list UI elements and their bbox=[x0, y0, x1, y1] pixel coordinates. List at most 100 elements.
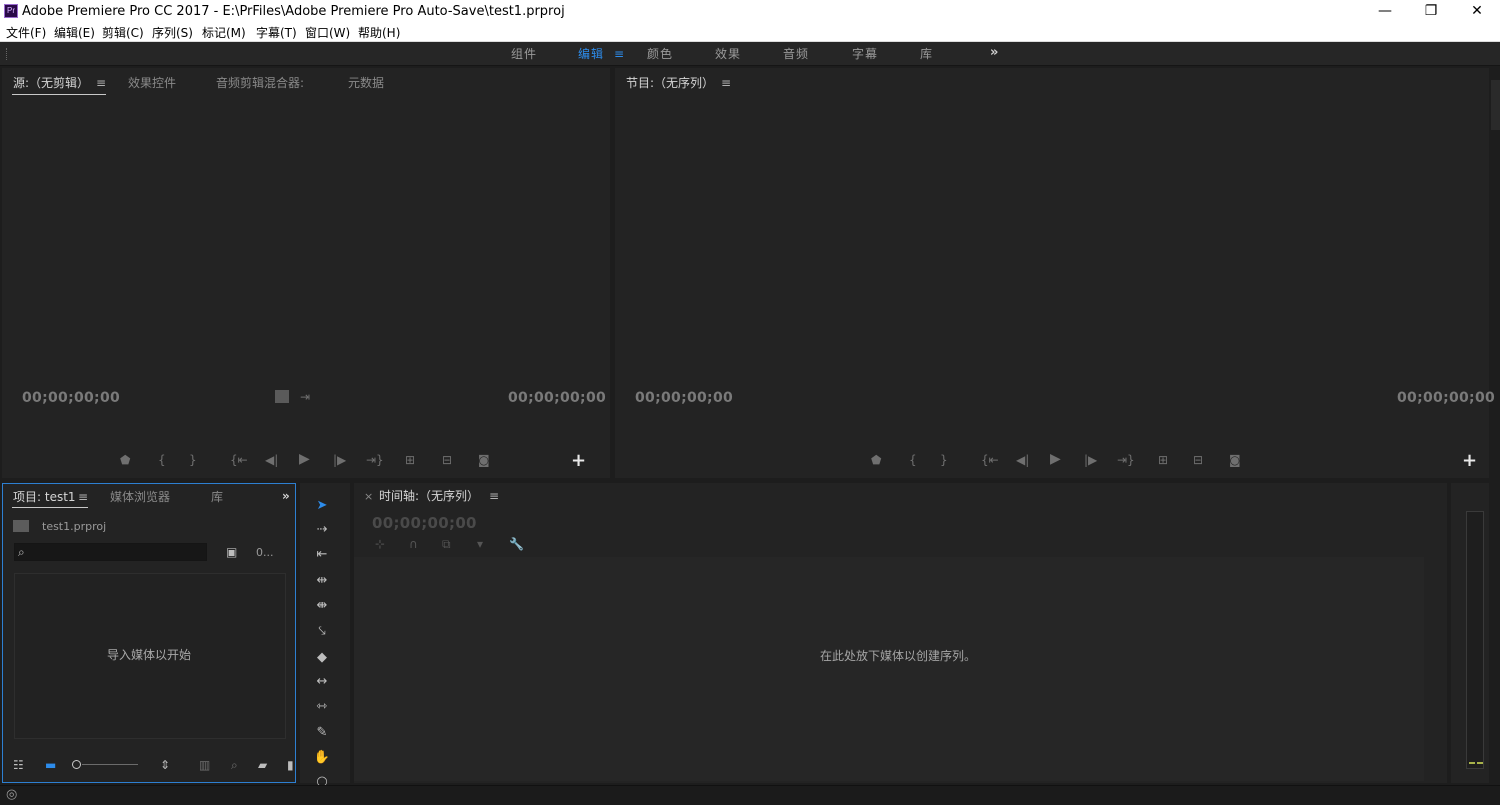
menu-marker[interactable]: 标记(M) bbox=[202, 25, 246, 41]
source-button-editor-icon[interactable]: + bbox=[571, 452, 586, 470]
timeline-menu-icon[interactable]: ≡ bbox=[489, 489, 499, 503]
project-panel-menu-icon[interactable]: ≡ bbox=[78, 490, 88, 504]
linked-selection-icon[interactable]: ⧉ bbox=[442, 537, 451, 551]
add-marker-icon[interactable]: ▾ bbox=[477, 537, 483, 551]
rolling-edit-tool-icon[interactable]: ⇹ bbox=[312, 572, 332, 590]
program-mark-out-icon[interactable]: } bbox=[940, 453, 948, 467]
program-playhead-timecode[interactable]: 00;00;00;00 bbox=[635, 390, 733, 406]
new-item-icon[interactable]: ▮ bbox=[287, 758, 294, 772]
workspace-tab-effects[interactable]: 效果 bbox=[715, 46, 741, 62]
workspace-tab-libraries[interactable]: 库 bbox=[920, 46, 933, 62]
selection-tool-icon[interactable]: ➤ bbox=[312, 497, 332, 515]
source-panel-menu-icon[interactable]: ≡ bbox=[96, 76, 106, 90]
insert-icon[interactable]: ⊞ bbox=[405, 453, 415, 467]
rate-stretch-tool-icon[interactable]: ⇼ bbox=[312, 597, 332, 615]
razor-tool-icon[interactable]: ⤥ bbox=[312, 623, 332, 641]
menu-window[interactable]: 窗口(W) bbox=[305, 25, 350, 41]
extract-icon[interactable]: ⊟ bbox=[1193, 453, 1203, 467]
project-search-input[interactable]: ⌕ bbox=[14, 543, 207, 561]
workspace-tab-titles[interactable]: 字幕 bbox=[852, 46, 878, 62]
workspace-tab-editing[interactable]: 编辑 bbox=[578, 46, 604, 62]
program-mark-in-icon[interactable]: { bbox=[909, 453, 917, 467]
premiere-app: Pr Adobe Premiere Pro CC 2017 - E:\PrFil… bbox=[0, 0, 1500, 805]
timeline-timecode[interactable]: 00;00;00;00 bbox=[372, 514, 477, 532]
pen-tool-icon[interactable]: ⇿ bbox=[312, 698, 332, 716]
new-search-bin-icon[interactable]: ▣ bbox=[226, 545, 237, 559]
workspace-tab-assembly[interactable]: 组件 bbox=[511, 46, 537, 62]
mark-out-icon[interactable]: } bbox=[189, 453, 197, 467]
workspace-tab-audio[interactable]: 音频 bbox=[783, 46, 809, 62]
minimize-button[interactable]: — bbox=[1362, 0, 1408, 24]
premiere-logo-icon: Pr bbox=[4, 4, 18, 18]
tab-effect-controls[interactable]: 效果控件 bbox=[128, 75, 176, 91]
tab-source[interactable]: 源:（无剪辑） bbox=[13, 75, 89, 91]
workspace-tab-color[interactable]: 颜色 bbox=[647, 46, 673, 62]
go-to-out-icon[interactable]: ⇥} bbox=[366, 453, 384, 467]
meter-level-left bbox=[1469, 762, 1475, 764]
tab-metadata[interactable]: 元数据 bbox=[348, 75, 384, 91]
drag-audio-icon[interactable]: ⇥ bbox=[300, 390, 310, 404]
source-playhead-timecode[interactable]: 00;00;00;00 bbox=[22, 390, 120, 406]
slip-tool-icon[interactable]: ◆ bbox=[312, 649, 332, 667]
menu-title[interactable]: 字幕(T) bbox=[256, 25, 297, 41]
tab-project[interactable]: 项目: test1 bbox=[13, 489, 76, 505]
go-to-in-icon[interactable]: {⇤ bbox=[230, 453, 248, 467]
program-add-marker-icon[interactable]: ⬟ bbox=[871, 453, 881, 467]
timeline-close-icon[interactable]: × bbox=[364, 489, 373, 505]
tab-libraries[interactable]: 库 bbox=[211, 489, 223, 505]
menu-help[interactable]: 帮助(H) bbox=[358, 25, 400, 41]
program-play-icon[interactable]: ▶ bbox=[1050, 452, 1061, 466]
project-more-icon[interactable]: » bbox=[282, 488, 290, 504]
nest-sequence-icon[interactable]: ⊹ bbox=[375, 537, 385, 551]
close-button[interactable]: ✕ bbox=[1454, 0, 1500, 24]
step-forward-icon[interactable]: |▶ bbox=[333, 453, 346, 467]
program-go-to-out-icon[interactable]: ⇥} bbox=[1117, 453, 1135, 467]
play-icon[interactable]: ▶ bbox=[299, 452, 310, 466]
project-drop-area[interactable]: 导入媒体以开始 bbox=[14, 573, 286, 739]
hand-tool-icon[interactable]: ✎ bbox=[312, 724, 332, 742]
step-back-icon[interactable]: ◀| bbox=[265, 453, 278, 467]
track-select-tool-icon[interactable]: ⇢ bbox=[312, 521, 332, 539]
lift-icon[interactable]: ⊞ bbox=[1158, 453, 1168, 467]
sort-icon[interactable]: ⇕ bbox=[160, 758, 170, 772]
overwrite-icon[interactable]: ⊟ bbox=[442, 453, 452, 467]
workspace-more-icon[interactable]: » bbox=[990, 45, 998, 60]
workspace-menu-icon[interactable]: ≡ bbox=[614, 46, 624, 62]
automate-to-sequence-icon[interactable]: ▥ bbox=[199, 758, 210, 772]
tab-timeline[interactable]: 时间轴:（无序列） bbox=[379, 488, 479, 504]
tab-media-browser[interactable]: 媒体浏览器 bbox=[110, 489, 170, 505]
audio-meter-mini bbox=[1491, 80, 1500, 130]
status-icon[interactable]: ◎ bbox=[6, 788, 17, 802]
program-duration-timecode: 00;00;00;00 bbox=[1397, 390, 1496, 406]
program-step-forward-icon[interactable]: |▶ bbox=[1084, 453, 1097, 467]
zoom-slider-knob[interactable] bbox=[72, 760, 81, 769]
mark-in-icon[interactable]: { bbox=[158, 453, 166, 467]
program-step-back-icon[interactable]: ◀| bbox=[1016, 453, 1029, 467]
timeline-settings-wrench-icon[interactable]: 🔧 bbox=[509, 537, 524, 551]
menu-edit[interactable]: 编辑(E) bbox=[54, 25, 95, 41]
add-marker-icon[interactable]: ⬟ bbox=[120, 453, 130, 467]
program-export-frame-icon[interactable]: ◙ bbox=[1229, 453, 1241, 467]
menu-file[interactable]: 文件(F) bbox=[6, 25, 46, 41]
menu-clip[interactable]: 剪辑(C) bbox=[102, 25, 144, 41]
program-panel-menu-icon[interactable]: ≡ bbox=[721, 76, 731, 90]
program-go-to-in-icon[interactable]: {⇤ bbox=[981, 453, 999, 467]
program-button-editor-icon[interactable]: + bbox=[1462, 452, 1477, 470]
menu-sequence[interactable]: 序列(S) bbox=[152, 25, 193, 41]
timeline-drop-area[interactable]: 在此处放下媒体以创建序列。 bbox=[354, 557, 1424, 781]
snap-icon[interactable]: ∩ bbox=[409, 537, 418, 551]
slide-tool-icon[interactable]: ↔ bbox=[312, 673, 332, 691]
find-icon[interactable]: ⌕ bbox=[231, 758, 238, 772]
drag-video-icon[interactable] bbox=[275, 390, 289, 403]
tab-program[interactable]: 节目:（无序列） bbox=[626, 75, 714, 91]
grip-handle[interactable] bbox=[6, 48, 8, 60]
ripple-edit-tool-icon[interactable]: ⇤ bbox=[312, 546, 332, 564]
tab-audio-clip-mixer[interactable]: 音频剪辑混合器: bbox=[216, 75, 304, 91]
list-view-icon[interactable]: ☷ bbox=[13, 758, 24, 772]
zoom-tool-icon[interactable]: ✋ bbox=[312, 749, 332, 767]
restore-button[interactable]: ❐ bbox=[1408, 0, 1454, 24]
zoom-slider-track[interactable] bbox=[82, 764, 138, 765]
export-frame-icon[interactable]: ◙ bbox=[478, 453, 490, 467]
icon-view-icon[interactable]: ▬ bbox=[45, 758, 56, 772]
new-bin-icon[interactable]: ▰ bbox=[258, 758, 267, 772]
